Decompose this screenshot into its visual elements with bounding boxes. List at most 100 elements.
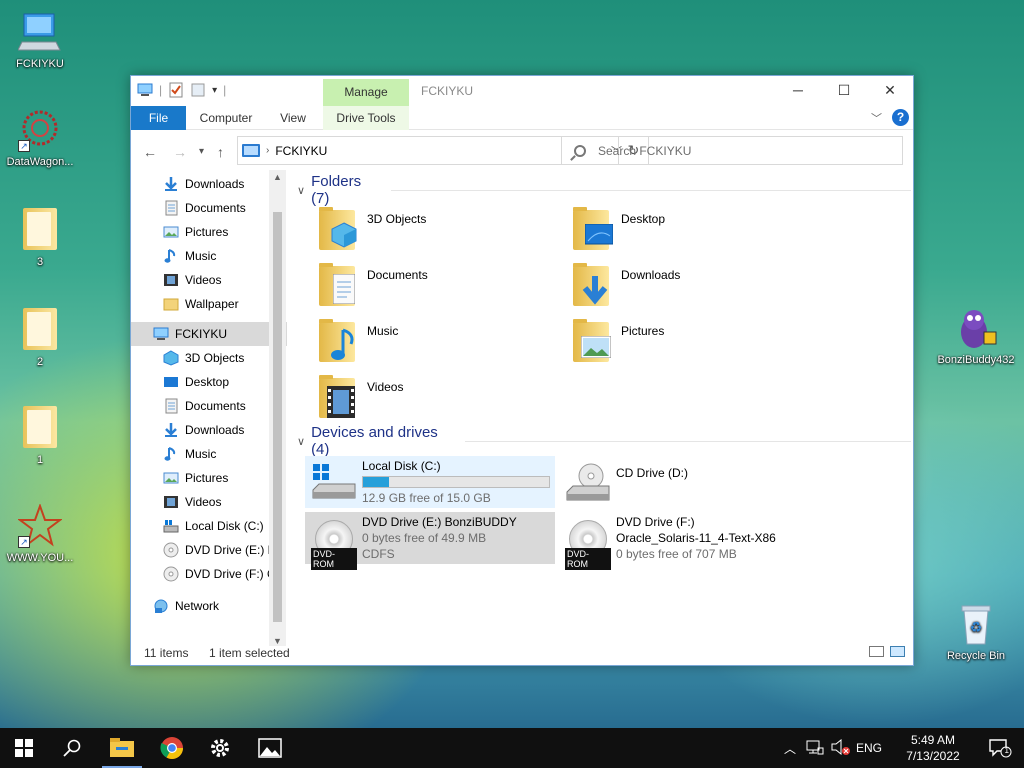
nav-item-local-disk[interactable]: Local Disk (C:) (131, 514, 287, 538)
clock[interactable]: 5:49 AM 7/13/2022 (898, 732, 968, 764)
scroll-up-icon[interactable]: ▲ (269, 172, 286, 182)
nav-item-this-pc[interactable]: FCKIYKU (131, 322, 287, 346)
document-icon (313, 262, 361, 310)
disk-usage-bar (362, 476, 550, 488)
desktop-icon (164, 377, 178, 387)
search-input[interactable]: Search FCKIYKU (561, 136, 903, 165)
tab-view[interactable]: View (271, 106, 315, 130)
desktop-icon-folder-2[interactable]: 2 (0, 308, 80, 368)
breadcrumb[interactable]: FCKIYKU (275, 144, 327, 158)
tab-file[interactable]: File (131, 106, 186, 130)
taskbar-settings[interactable] (196, 728, 244, 768)
shortcut-arrow-icon: ↗ (18, 140, 30, 152)
nav-item-videos-pc[interactable]: Videos (131, 490, 287, 514)
folder-icon (18, 308, 62, 352)
folder-tile-videos[interactable]: Videos (313, 374, 563, 426)
nav-item-music[interactable]: Music (131, 244, 287, 268)
folder-tile-downloads[interactable]: Downloads (567, 262, 817, 314)
desktop-icon-recycle-bin[interactable]: ♻ Recycle Bin (936, 602, 1016, 662)
taskbar: ︿ ENG 5:49 AM 7/13/2022 1 (0, 728, 1024, 768)
windows-logo-icon (15, 739, 33, 757)
folder-tile-documents[interactable]: Documents (313, 262, 563, 314)
properties-icon[interactable] (168, 82, 184, 98)
address-row: ← → ▾ ↑ › FCKIYKU ﹀ ↻ Search FCKIYKU (131, 130, 913, 170)
drive-tile-dvd-f[interactable]: DVD-ROM DVD Drive (F:) Oracle_Solaris-11… (559, 512, 809, 570)
nav-item-documents[interactable]: Documents 📌 (131, 196, 287, 220)
customize-qat-icon[interactable]: ▾ (212, 85, 217, 96)
drive-tile-dvd-e[interactable]: DVD-ROM DVD Drive (E:) BonziBUDDY 0 byte… (305, 512, 555, 570)
computer-icon (17, 10, 62, 54)
nav-item-pictures-pc[interactable]: Pictures (131, 466, 287, 490)
minimize-button[interactable]: ─ (775, 76, 821, 106)
recent-locations-icon[interactable]: ▾ (199, 146, 204, 157)
videos-icon (164, 274, 178, 286)
forward-arrow-icon[interactable]: → (173, 144, 187, 160)
folders-header[interactable]: ∨ Folders (7) (297, 173, 911, 207)
nav-item-downloads-pc[interactable]: Downloads (131, 418, 287, 442)
folder-tile-3d-objects[interactable]: 3D Objects (313, 206, 563, 258)
taskbar-file-explorer[interactable] (98, 728, 146, 768)
large-icons-view-icon[interactable] (890, 646, 905, 657)
close-button[interactable]: ✕ (867, 76, 913, 106)
desktop-icon-datawagon[interactable]: ↗ DataWagon... (0, 108, 80, 168)
tab-drive-tools[interactable]: Drive Tools (323, 106, 409, 130)
breadcrumb-arrow-icon[interactable]: › (266, 145, 269, 156)
folder-tile-pictures[interactable]: Pictures (567, 318, 817, 370)
nav-item-dvd-f[interactable]: DVD Drive (F:) O (131, 562, 287, 586)
nav-item-3d-objects[interactable]: 3D Objects (131, 346, 287, 370)
nav-item-label: FCKIYKU (175, 327, 228, 341)
star-emblem-icon: ↗ (17, 503, 63, 548)
details-view-icon[interactable] (869, 646, 884, 657)
devices-header[interactable]: ∨ Devices and drives (4) (297, 424, 911, 458)
back-arrow-icon[interactable]: ← (143, 144, 157, 160)
new-folder-icon[interactable] (190, 82, 206, 98)
scroll-thumb[interactable] (273, 212, 282, 622)
nav-item-label: Music (185, 249, 217, 263)
title-bar: | ▾ | Manage FCKIYKU ─ ☐ ✕ (131, 76, 913, 106)
desktop-icon-label: FCKIYKU (16, 58, 64, 70)
selection-count: 1 item selected (209, 646, 290, 660)
document-icon (165, 200, 178, 216)
desktop-icon-bonzibuddy[interactable]: BonziBuddy432 (936, 306, 1016, 366)
drive-tile-cd-d[interactable]: CD Drive (D:) (559, 456, 809, 508)
desktop-icon-folder-1[interactable]: 1 (0, 406, 80, 466)
nav-item-wallpaper[interactable]: Wallpaper (131, 292, 287, 316)
folder-icon (18, 208, 62, 252)
download-icon (165, 177, 177, 191)
nav-item-dvd-e[interactable]: DVD Drive (E:) Bo (131, 538, 287, 562)
expand-ribbon-icon[interactable]: ﹀ (871, 110, 882, 126)
file-explorer-window: | ▾ | Manage FCKIYKU ─ ☐ ✕ File Computer… (130, 75, 914, 666)
volume-muted-icon[interactable] (830, 738, 850, 758)
language-indicator[interactable]: ENG (856, 741, 882, 755)
desktop-icon-www[interactable]: ↗ WWW.YOU... (0, 503, 80, 564)
tab-computer[interactable]: Computer (193, 106, 259, 130)
folder-tile-music[interactable]: Music (313, 318, 563, 370)
nav-item-music-pc[interactable]: Music (131, 442, 287, 466)
network-icon[interactable] (806, 739, 824, 758)
nav-item-downloads[interactable]: Downloads 📌 (131, 172, 287, 196)
search-button[interactable] (48, 728, 96, 768)
nav-item-videos[interactable]: Videos (131, 268, 287, 292)
desktop-icon-folder-3[interactable]: 3 (0, 208, 80, 268)
chevron-up-icon[interactable]: ︿ (784, 740, 796, 757)
nav-item-documents-pc[interactable]: Documents (131, 394, 287, 418)
taskbar-chrome[interactable] (148, 728, 196, 768)
folder-tile-desktop[interactable]: Desktop (567, 206, 817, 258)
desktop-icon-this-pc[interactable]: FCKIYKU (0, 10, 80, 70)
nav-scrollbar[interactable]: ▲ ▼ (269, 170, 286, 646)
chevron-down-icon[interactable]: ∨ (297, 184, 305, 197)
up-arrow-icon[interactable]: ↑ (217, 144, 224, 160)
nav-item-pictures[interactable]: Pictures 📌 (131, 220, 287, 244)
nav-item-desktop[interactable]: Desktop (131, 370, 287, 394)
help-button[interactable]: ? (892, 109, 909, 126)
nav-item-network[interactable]: Network (131, 594, 287, 618)
taskbar-photos[interactable] (246, 728, 294, 768)
music-icon (164, 447, 176, 461)
music-icon (164, 249, 176, 263)
chevron-down-icon[interactable]: ∨ (297, 435, 305, 448)
tab-manage[interactable]: Manage (323, 79, 409, 106)
maximize-button[interactable]: ☐ (821, 76, 867, 106)
drive-tile-local-disk-c[interactable]: Local Disk (C:) 12.9 GB free of 15.0 GB (305, 456, 555, 508)
datawagon-icon: ↗ (18, 108, 62, 152)
start-button[interactable] (0, 728, 48, 768)
